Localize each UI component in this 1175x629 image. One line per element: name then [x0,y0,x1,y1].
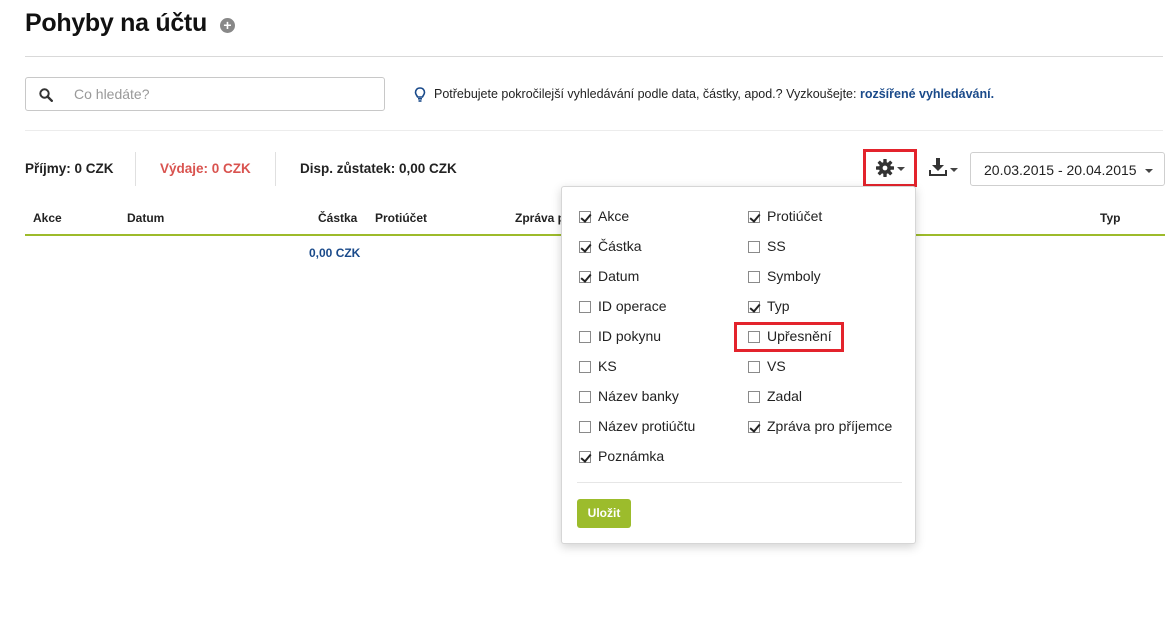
menu-divider [577,482,902,483]
option-label: Akce [598,208,630,224]
option-label: Poznámka [598,448,665,464]
balance-summary: Disp. zůstatek: 0,00 CZK [300,161,457,176]
option-label: Zadal [767,388,803,404]
lightbulb-icon [414,87,426,102]
section-divider [25,130,1163,131]
summary-separator [275,152,276,186]
checkbox[interactable] [748,211,760,223]
checkbox[interactable] [748,361,760,373]
option-label: VS [767,358,786,374]
column-header-protiucet[interactable]: Protiúčet [375,211,427,225]
column-header-datum[interactable]: Datum [127,211,164,225]
income-summary: Příjmy: 0 CZK [25,161,114,176]
option-label: Datum [598,268,640,284]
chevron-down-icon [1145,169,1153,173]
checkbox[interactable] [748,241,760,253]
advanced-search-link[interactable]: rozšířené vyhledávání. [860,87,994,101]
search-input[interactable] [74,84,374,104]
option-label: Částka [598,238,642,254]
checkbox[interactable] [748,391,760,403]
option-label: Název protiúčtu [598,418,696,434]
checkbox[interactable] [579,451,591,463]
hint-text: Potřebujete pokročilejší vyhledávání pod… [434,87,857,101]
search-box[interactable] [25,77,385,111]
highlight-annotation [734,322,844,352]
checkbox[interactable] [579,241,591,253]
total-amount: 0,00 CZK [309,246,361,260]
column-settings-menu: Akce Částka Datum ID operace ID pokynu K… [561,186,916,544]
option-label: SS [767,238,786,254]
download-icon [929,158,947,176]
expenses-summary: Výdaje: 0 CZK [160,161,251,176]
column-header-akce[interactable]: Akce [33,211,62,225]
checkbox[interactable] [579,391,591,403]
save-button[interactable]: Uložit [577,499,631,528]
column-header-typ[interactable]: Typ [1100,211,1120,225]
plus-circle-icon[interactable]: + [220,18,235,33]
checkbox[interactable] [748,271,760,283]
option-label: KS [598,358,617,374]
option-label: Symboly [767,268,821,284]
search-icon [39,88,53,102]
option-label: Zpráva pro příjemce [767,418,893,434]
checkbox[interactable] [579,361,591,373]
option-label: ID pokynu [598,328,662,344]
checkbox[interactable] [579,301,591,313]
date-range-value: 20.03.2015 - 20.04.2015 [984,162,1137,178]
chevron-down-icon [897,167,905,171]
date-range-select[interactable]: 20.03.2015 - 20.04.2015 [970,152,1165,186]
checkbox[interactable] [579,421,591,433]
column-header-zprava[interactable]: Zpráva p [515,211,565,225]
option-label: Protiúčet [767,208,823,224]
checkbox[interactable] [579,211,591,223]
column-settings-button[interactable] [863,149,917,187]
option-label: Název banky [598,388,679,404]
gear-icon [876,159,894,177]
checkbox[interactable] [748,421,760,433]
checkbox[interactable] [748,301,760,313]
header-divider [25,56,1163,57]
option-label: Typ [767,298,790,314]
chevron-down-icon [950,168,958,172]
page-title: Pohyby na účtu [25,9,207,37]
download-button[interactable] [927,155,961,183]
option-label: ID operace [598,298,667,314]
summary-separator [135,152,136,186]
checkbox[interactable] [579,271,591,283]
checkbox[interactable] [579,331,591,343]
column-header-castka[interactable]: Částka [318,211,357,225]
